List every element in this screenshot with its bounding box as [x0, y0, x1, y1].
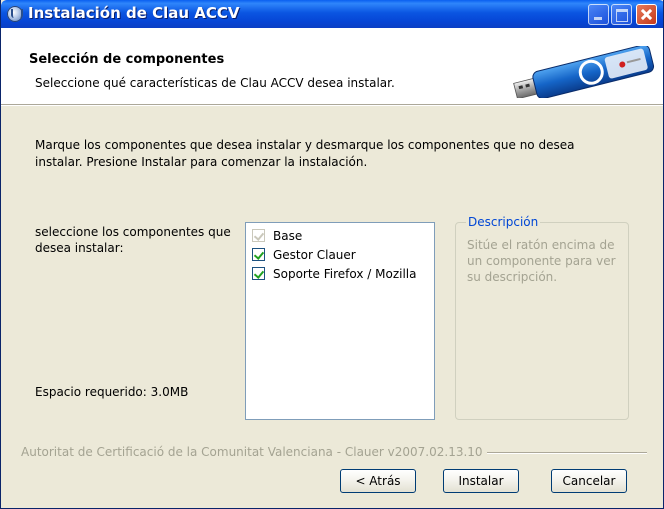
setup-icon [7, 6, 23, 22]
component-label: Soporte Firefox / Mozilla [273, 267, 417, 281]
page-subtitle: Seleccione qué características de Clau A… [35, 76, 395, 90]
maximize-button[interactable] [611, 4, 632, 25]
checkbox-icon[interactable] [252, 267, 265, 280]
page-title: Selección de componentes [29, 52, 225, 67]
minimize-icon [594, 17, 602, 20]
footer-branding: Autoritat de Certificació de la Comunita… [1, 445, 663, 459]
footer-text: Autoritat de Certificació de la Comunita… [21, 445, 487, 459]
back-button[interactable]: < Atrás [340, 469, 416, 493]
checkbox-icon[interactable] [252, 248, 265, 261]
cancel-button[interactable]: Cancelar [551, 469, 627, 493]
component-label: Gestor Clauer [273, 248, 356, 262]
space-required-text: Espacio requerido: 3.0MB [35, 385, 189, 399]
checkbox-icon [252, 229, 265, 242]
install-button[interactable]: Instalar [443, 469, 519, 493]
installer-window: Instalación de Clau ACCV Selección de co… [0, 0, 664, 509]
description-group: Descripción Sitúe el ratón encima de un … [455, 215, 629, 420]
usb-key-icon [513, 46, 655, 98]
description-legend: Descripción [466, 215, 541, 229]
maximize-icon [616, 9, 628, 22]
header-divider [1, 105, 663, 106]
minimize-button[interactable] [588, 4, 609, 25]
select-components-label: seleccione los componentes que desea ins… [35, 225, 231, 255]
component-list[interactable]: Base Gestor Clauer Soporte Firefox / Moz… [245, 222, 435, 420]
instructions-text: Marque los componentes que desea instala… [35, 138, 575, 169]
title-bar[interactable]: Instalación de Clau ACCV [1, 0, 663, 28]
component-label: Base [273, 229, 303, 243]
close-button[interactable] [636, 4, 657, 25]
window-title: Instalación de Clau ACCV [28, 4, 240, 22]
wizard-header: Selección de componentes Seleccione qué … [1, 28, 663, 105]
close-icon [637, 5, 656, 24]
description-text: Sitúe el ratón encima de un componente p… [467, 238, 616, 284]
